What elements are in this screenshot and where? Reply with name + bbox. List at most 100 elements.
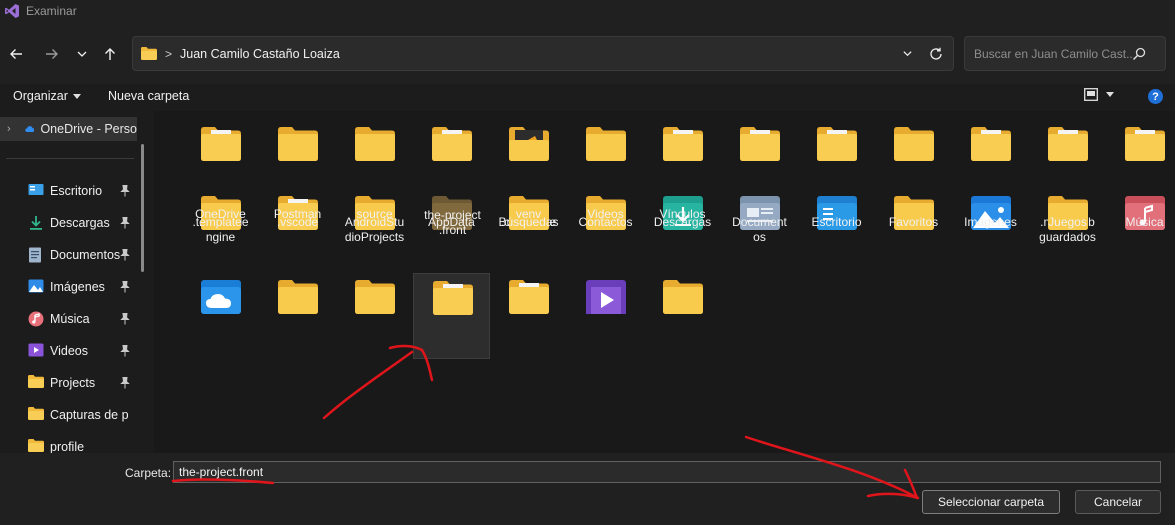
folder-item[interactable]: venv bbox=[490, 207, 567, 349]
folder-item[interactable]: .azure bbox=[336, 120, 413, 229]
select-folder-button[interactable]: Seleccionar carpeta bbox=[922, 490, 1060, 514]
folder-item[interactable]: .vscode bbox=[259, 189, 336, 265]
folder-item[interactable]: Búsquedas bbox=[490, 189, 567, 265]
folder-item[interactable]: AndroidStu dioProjects bbox=[336, 189, 413, 265]
folder-item[interactable]: Vínculos bbox=[644, 207, 721, 349]
sidebar-item-label: Documentos bbox=[50, 248, 121, 262]
folder-icon bbox=[141, 47, 157, 60]
folder-item[interactable]: Imágenes bbox=[952, 189, 1029, 265]
folder-doc-icon bbox=[969, 124, 1013, 164]
folder-icon bbox=[28, 439, 44, 453]
sidebar-item[interactable]: Imágenes bbox=[28, 277, 140, 297]
folder-icon bbox=[276, 277, 320, 317]
folder-item[interactable]: .dotnet bbox=[721, 120, 798, 229]
dialog-footer: Carpeta: Seleccionar carpeta Cancelar bbox=[0, 453, 1175, 525]
sidebar-item[interactable]: Documentos bbox=[28, 245, 140, 265]
folder-icon bbox=[892, 124, 936, 164]
folder-item[interactable]: Juegos guardados bbox=[1029, 189, 1106, 265]
address-dropdown-button[interactable] bbox=[895, 37, 919, 70]
new-folder-button[interactable]: Nueva carpeta bbox=[108, 89, 189, 103]
search-input[interactable] bbox=[974, 46, 1134, 61]
help-button[interactable]: ? bbox=[1148, 89, 1163, 104]
sidebar-item[interactable]: Capturas de par bbox=[28, 405, 140, 425]
address-bar[interactable]: > Juan Camilo Castaño Loaiza bbox=[132, 36, 954, 71]
folder-item[interactable]: .android bbox=[182, 120, 259, 229]
folder-name-input[interactable] bbox=[173, 461, 1161, 483]
sidebar-item[interactable]: Videos bbox=[28, 341, 140, 361]
folder-item[interactable]: .jdks bbox=[952, 120, 1029, 229]
sidebar-item[interactable]: Projects bbox=[28, 373, 140, 393]
breadcrumb-separator: > bbox=[165, 46, 173, 61]
sidebar-item-onedrive[interactable]: › OneDrive - Perso bbox=[0, 117, 137, 141]
videos-icon bbox=[28, 343, 44, 359]
folder-item[interactable]: .crossnote bbox=[490, 120, 567, 229]
folder-doc-icon bbox=[507, 277, 551, 317]
chevron-down-icon bbox=[77, 51, 87, 57]
folder-name: Música bbox=[1125, 215, 1164, 229]
pictures-icon bbox=[28, 279, 44, 295]
folder-item[interactable]: Postman bbox=[259, 207, 336, 349]
folder-name: Escritorio bbox=[811, 215, 862, 229]
folder-doc-icon bbox=[199, 124, 243, 164]
folder-name: Postman bbox=[273, 207, 322, 221]
sidebar-scrollbar[interactable] bbox=[141, 144, 144, 272]
folder-item[interactable]: .matplotlib bbox=[1029, 120, 1106, 229]
search-box[interactable] bbox=[964, 36, 1166, 71]
sidebar-item[interactable]: Descargas bbox=[28, 213, 140, 233]
pin-icon bbox=[120, 313, 130, 325]
folder-icon bbox=[28, 407, 44, 423]
folder-item[interactable]: Favoritos bbox=[875, 189, 952, 265]
folder-item[interactable]: .aws bbox=[259, 120, 336, 229]
folder-item[interactable]: .degit bbox=[567, 120, 644, 229]
folder-name: the-project .front bbox=[424, 208, 481, 237]
folder-name: Imágenes bbox=[964, 215, 1017, 229]
refresh-button[interactable] bbox=[919, 37, 953, 70]
sidebar-item-label: Escritorio bbox=[50, 184, 103, 198]
organize-button[interactable]: Organizar bbox=[13, 89, 81, 103]
folder-item[interactable]: Descargas bbox=[644, 189, 721, 265]
sidebar-item[interactable]: profile bbox=[28, 437, 140, 453]
folder-item[interactable]: source bbox=[336, 207, 413, 349]
folder-dark-icon bbox=[507, 124, 551, 164]
view-options-button[interactable] bbox=[1084, 88, 1114, 101]
folder-item[interactable]: Document os bbox=[721, 189, 798, 265]
folder-item[interactable]: the-project .front bbox=[413, 208, 490, 359]
folder-item[interactable]: .cache bbox=[413, 120, 490, 229]
folder-name: Document os bbox=[732, 215, 787, 244]
back-button[interactable] bbox=[4, 42, 28, 66]
chevron-down-icon bbox=[902, 51, 912, 57]
breadcrumb-current[interactable]: Juan Camilo Castaño Loaiza bbox=[180, 47, 340, 61]
forward-button[interactable] bbox=[40, 42, 64, 66]
folder-item[interactable]: Música bbox=[1106, 189, 1175, 265]
recent-locations-button[interactable] bbox=[70, 42, 94, 66]
window-title: Examinar bbox=[26, 4, 77, 18]
title-bar: Examinar bbox=[0, 0, 1175, 22]
chevron-right-icon[interactable]: › bbox=[7, 123, 11, 135]
cancel-button[interactable]: Cancelar bbox=[1075, 490, 1161, 514]
folder-item[interactable]: .fly bbox=[798, 120, 875, 229]
folder-icon bbox=[353, 277, 397, 317]
folder-icon bbox=[353, 124, 397, 164]
folder-doc-icon bbox=[430, 124, 474, 164]
folder-item[interactable]: .templatee ngine bbox=[182, 189, 259, 265]
folder-doc-icon bbox=[1046, 124, 1090, 164]
sidebar-divider bbox=[6, 158, 134, 159]
folder-item[interactable]: Contactos bbox=[567, 189, 644, 265]
pin-icon bbox=[120, 217, 130, 229]
folder-item[interactable]: OneDrive bbox=[182, 207, 259, 349]
sidebar-item-label: Videos bbox=[50, 344, 88, 358]
search-icon[interactable] bbox=[1132, 47, 1146, 61]
folder-item[interactable]: Videos bbox=[567, 207, 644, 349]
folder-item[interactable]: Escritorio bbox=[798, 189, 875, 265]
view-pane-icon bbox=[1084, 88, 1098, 101]
folder-item[interactable]: .ssh bbox=[1106, 120, 1175, 229]
folder-item[interactable]: .gradle bbox=[875, 120, 952, 229]
folder-name: Favoritos bbox=[888, 215, 939, 229]
cloud-icon bbox=[24, 126, 35, 132]
sidebar-item[interactable]: Escritorio bbox=[28, 181, 140, 201]
folder-item[interactable]: .docker bbox=[644, 120, 721, 229]
folder-name: Videos bbox=[587, 207, 624, 221]
sidebar-item[interactable]: Música bbox=[28, 309, 140, 329]
folder-doc-icon bbox=[1123, 124, 1167, 164]
up-button[interactable] bbox=[98, 42, 122, 66]
